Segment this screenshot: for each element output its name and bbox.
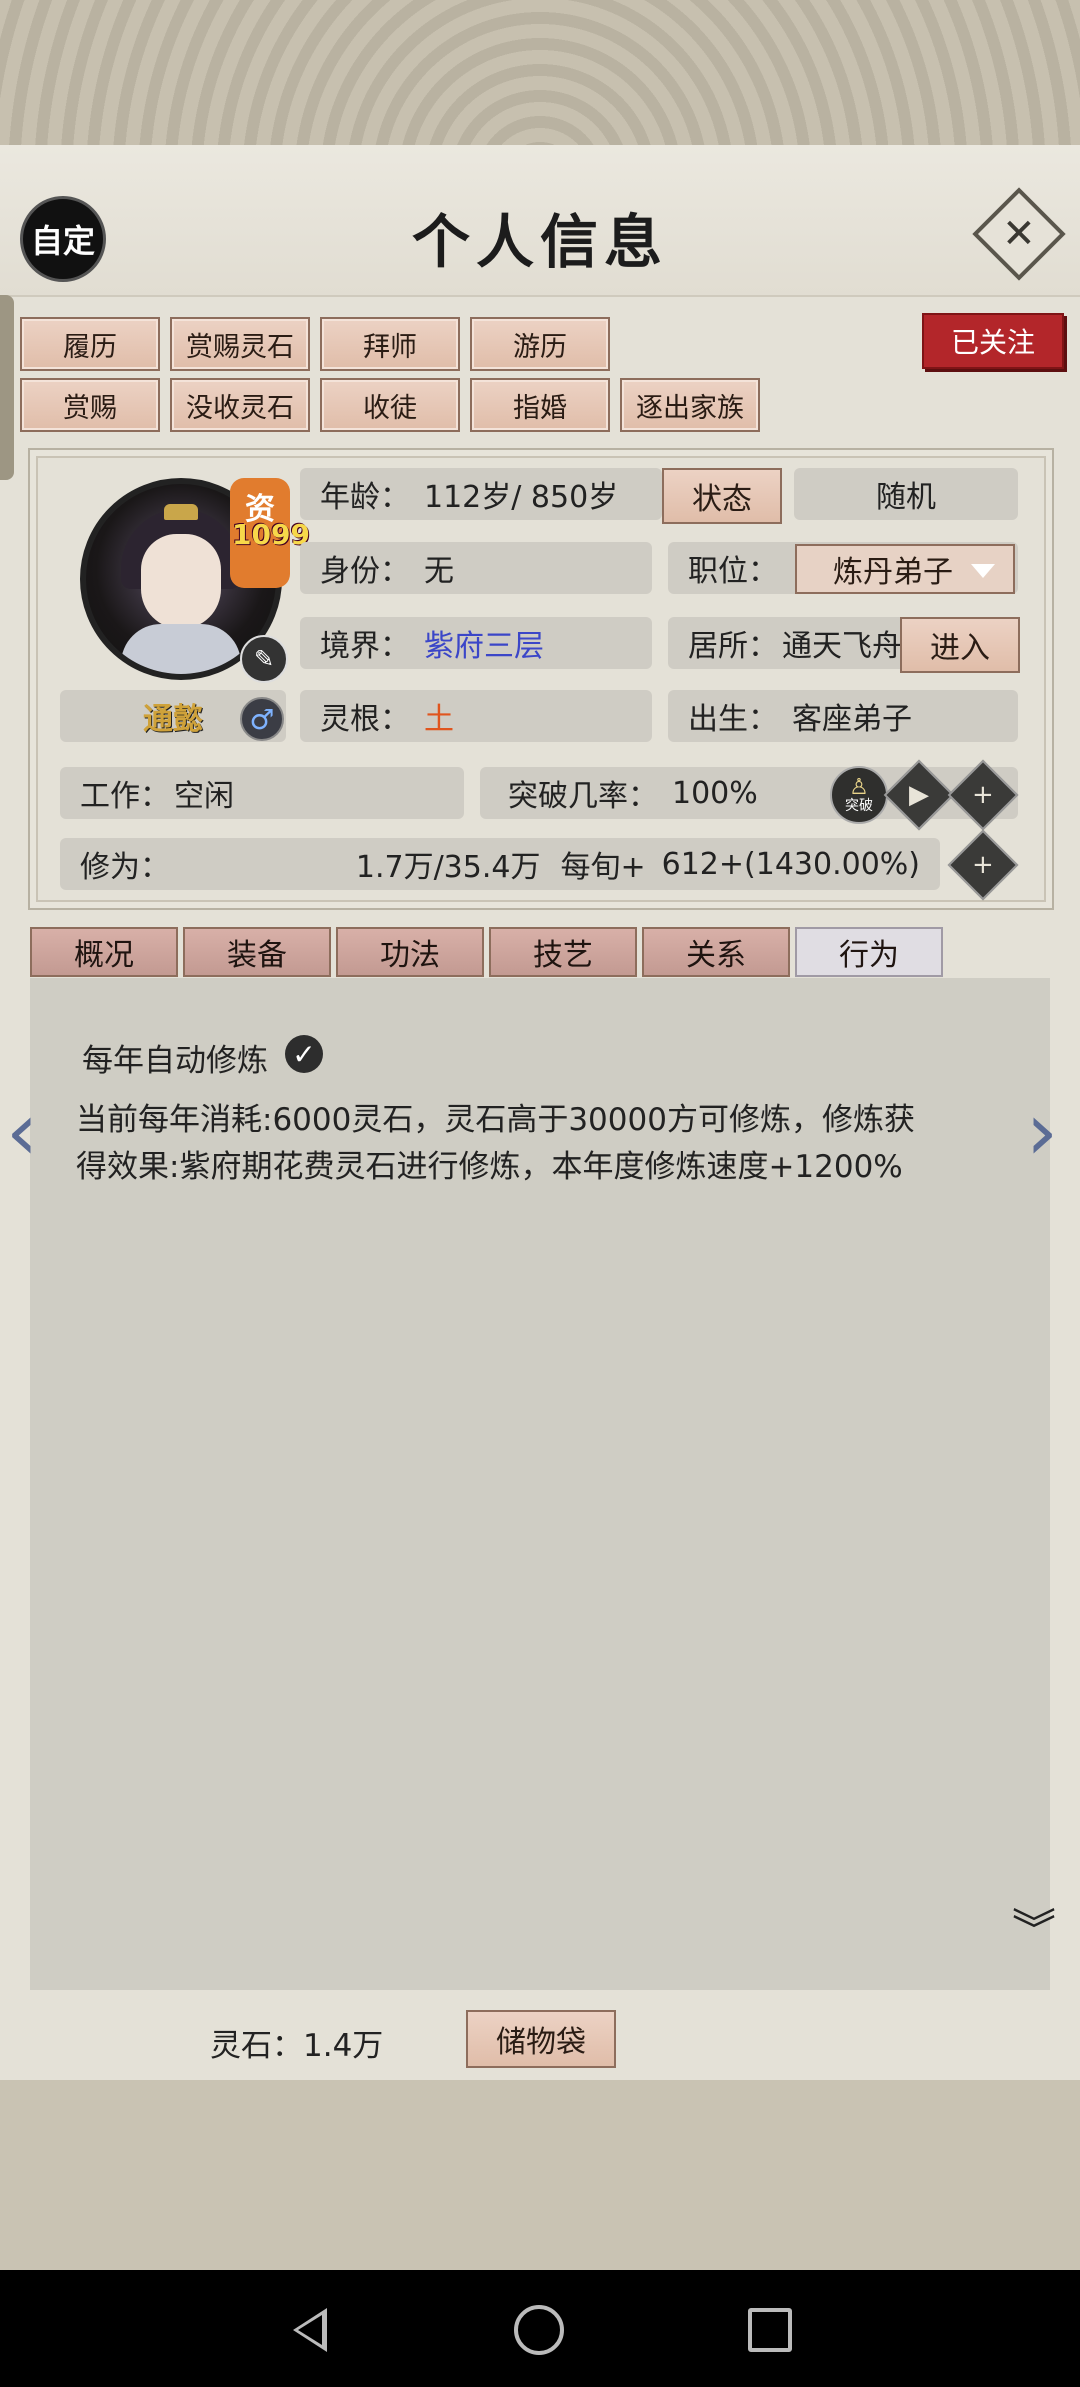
- male-icon: ♂: [240, 697, 284, 741]
- chevron-left-icon[interactable]: ‹: [6, 1085, 38, 1178]
- expel-family-button[interactable]: 逐出家族: [620, 378, 760, 432]
- description-line-1: 当前每年消耗:6000灵石，灵石高于30000方可修炼，修炼获: [76, 1102, 915, 1138]
- recents-button[interactable]: [740, 2300, 800, 2360]
- meditation-icon: ♙: [849, 775, 869, 800]
- random-button[interactable]: 随机: [794, 468, 1018, 520]
- tab-relations[interactable]: 关系: [642, 927, 790, 977]
- tab-behavior[interactable]: 行为: [795, 927, 943, 977]
- top-background: [0, 0, 1080, 150]
- apprentice-button[interactable]: 拜师: [320, 317, 460, 371]
- reward-button[interactable]: 赏赐: [20, 378, 160, 432]
- position-value: 炼丹弟子: [833, 555, 953, 590]
- birth-value: 客座弟子: [792, 702, 912, 737]
- cultivation-label: 修为：: [80, 850, 170, 885]
- home-icon: [514, 2305, 564, 2355]
- history-button[interactable]: 履历: [20, 317, 160, 371]
- chevron-right-icon[interactable]: ›: [1026, 1085, 1058, 1178]
- realm-label: 境界：: [320, 629, 410, 664]
- confiscate-stones-button[interactable]: 没收灵石: [170, 378, 310, 432]
- realm-field: 境界： 紫府三层: [300, 617, 652, 669]
- aptitude-value: 1099: [232, 518, 310, 551]
- chevron-down-icon: [971, 564, 995, 578]
- storage-bag-button[interactable]: 储物袋: [466, 2010, 616, 2068]
- brush-icon: ✎: [253, 645, 275, 673]
- page-title: 个人信息: [411, 208, 668, 276]
- root-label: 灵根：: [320, 702, 410, 737]
- tab-techniques[interactable]: 功法: [336, 927, 484, 977]
- back-button[interactable]: [280, 2300, 340, 2360]
- recents-icon: [748, 2308, 792, 2352]
- age-label: 年龄：: [320, 480, 410, 515]
- work-label: 工作：: [80, 779, 170, 814]
- work-field: 工作： 空闲: [60, 767, 464, 819]
- position-label: 职位：: [688, 554, 778, 589]
- cultivation-value: 1.7万/35.4万: [355, 850, 541, 885]
- cultivation-description: 当前每年消耗:6000灵石，灵石高于30000方可修炼，修炼获 得效果:紫府期花…: [76, 1097, 976, 1191]
- custom-button[interactable]: 自定: [20, 196, 106, 282]
- position-dropdown[interactable]: 炼丹弟子: [795, 544, 1015, 594]
- plus-icon: +: [972, 779, 994, 810]
- edit-portrait-button[interactable]: ✎: [240, 635, 288, 683]
- follow-button[interactable]: 已关注: [922, 313, 1064, 369]
- per-period-label: 每旬+: [560, 850, 646, 885]
- spirit-stones-count: 灵石：1.4万: [210, 2028, 384, 2064]
- plus-icon: +: [972, 849, 994, 880]
- home-button[interactable]: [509, 2300, 569, 2360]
- spirit-root-field: 灵根： 土: [300, 690, 652, 742]
- identity-label: 身份：: [320, 554, 410, 589]
- close-button[interactable]: ✕: [972, 187, 1066, 281]
- auto-cultivate-label: 每年自动修炼: [82, 1043, 268, 1079]
- close-icon: ✕: [1002, 210, 1036, 257]
- residence-value: 通天飞舟: [782, 629, 902, 664]
- reward-stones-button[interactable]: 赏赐灵石: [170, 317, 310, 371]
- arrange-marriage-button[interactable]: 指婚: [470, 378, 610, 432]
- identity-field: 身份： 无: [300, 542, 652, 594]
- breakthrough-value: 100%: [672, 775, 758, 811]
- side-drawer-handle[interactable]: [0, 295, 14, 480]
- breakthrough-icon-text: 突破: [845, 798, 873, 814]
- identity-value: 无: [424, 554, 454, 589]
- tab-overview[interactable]: 概况: [30, 927, 178, 977]
- work-value: 空闲: [174, 779, 234, 814]
- realm-value: 紫府三层: [424, 629, 544, 664]
- take-disciple-button[interactable]: 收徒: [320, 378, 460, 432]
- breakthrough-label: 突破几率：: [508, 779, 658, 814]
- enter-button[interactable]: 进入: [900, 617, 1020, 673]
- tab-skills[interactable]: 技艺: [489, 927, 637, 977]
- back-icon: [293, 2308, 327, 2352]
- travel-button[interactable]: 游历: [470, 317, 610, 371]
- description-line-2: 得效果:紫府期花费灵石进行修炼，本年度修炼速度+1200%: [76, 1149, 903, 1185]
- checkmark-icon: ✓: [292, 1037, 316, 1071]
- tab-equipment[interactable]: 装备: [183, 927, 331, 977]
- play-icon: ▶: [909, 780, 929, 810]
- age-value: 112岁/ 850岁: [424, 480, 619, 515]
- residence-label: 居所：: [688, 629, 778, 664]
- breakthrough-button[interactable]: ♙ 突破: [830, 766, 888, 824]
- double-chevron-down-icon[interactable]: ︾: [1012, 1908, 1056, 1953]
- cultivation-field: 修为： 1.7万/35.4万 每旬+ 612+(1430.00%): [60, 838, 940, 890]
- auto-cultivate-checkbox[interactable]: ✓: [285, 1035, 323, 1073]
- birth-label: 出生：: [688, 702, 778, 737]
- birth-field: 出生： 客座弟子: [668, 690, 1018, 742]
- age-field: 年龄： 112岁/ 850岁: [300, 468, 662, 520]
- root-value: 土: [424, 702, 454, 737]
- per-period-value: 612+(1430.00%): [661, 846, 920, 882]
- status-button[interactable]: 状态: [662, 468, 782, 524]
